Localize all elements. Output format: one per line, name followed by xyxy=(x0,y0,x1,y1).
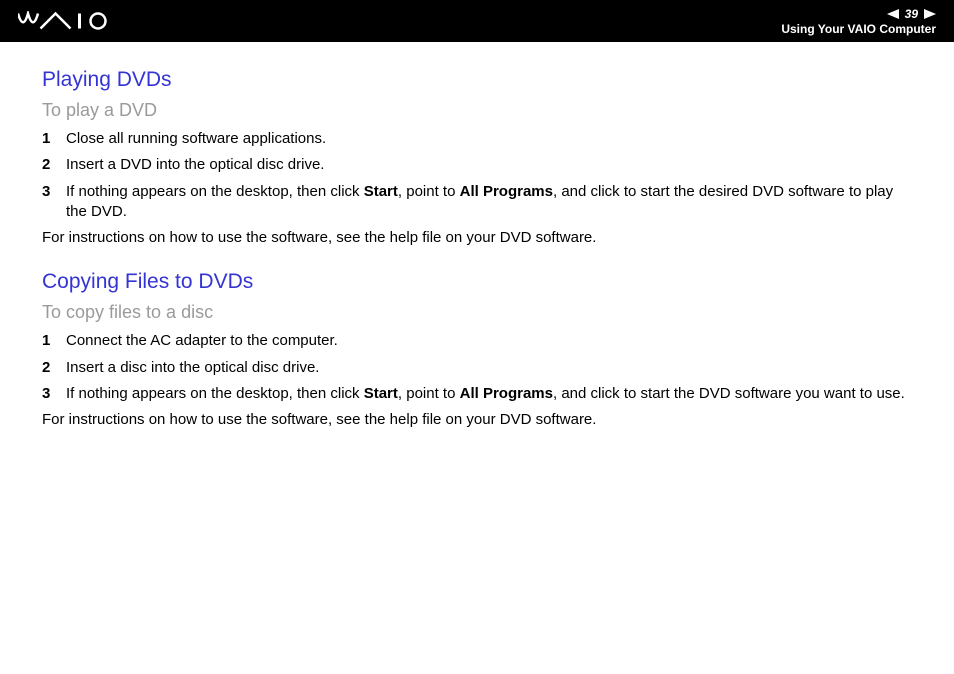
step-text: Insert a disc into the optical disc driv… xyxy=(66,358,912,378)
list-item: 2 Insert a DVD into the optical disc dri… xyxy=(42,155,912,175)
sub-heading-play: To play a DVD xyxy=(42,100,912,121)
bold-allprograms: All Programs xyxy=(460,183,553,200)
section-heading-playing: Playing DVDs xyxy=(42,68,912,92)
header-subtitle: Using Your VAIO Computer xyxy=(781,22,936,36)
step-text: Close all running software applications. xyxy=(66,129,912,149)
section-heading-copying: Copying Files to DVDs xyxy=(42,270,912,294)
list-item: 1 Close all running software application… xyxy=(42,129,912,149)
list-item: 2 Insert a disc into the optical disc dr… xyxy=(42,358,912,378)
step-number: 2 xyxy=(42,155,66,175)
steps-list-copy: 1 Connect the AC adapter to the computer… xyxy=(42,331,912,404)
page-number: 39 xyxy=(905,7,918,21)
bold-start: Start xyxy=(364,183,398,200)
instructions-paragraph: For instructions on how to use the softw… xyxy=(42,228,912,248)
list-item: 3 If nothing appears on the desktop, the… xyxy=(42,384,912,404)
step-text: If nothing appears on the desktop, then … xyxy=(66,384,912,404)
list-item: 1 Connect the AC adapter to the computer… xyxy=(42,331,912,351)
step-text: Insert a DVD into the optical disc drive… xyxy=(66,155,912,175)
sub-heading-copy: To copy files to a disc xyxy=(42,302,912,323)
step-text: If nothing appears on the desktop, then … xyxy=(66,182,912,223)
bold-allprograms: All Programs xyxy=(460,385,553,402)
steps-list-play: 1 Close all running software application… xyxy=(42,129,912,222)
page-header: 39 Using Your VAIO Computer xyxy=(0,0,954,42)
page-content: Playing DVDs To play a DVD 1 Close all r… xyxy=(0,42,954,430)
instructions-paragraph: For instructions on how to use the softw… xyxy=(42,410,912,430)
step-number: 3 xyxy=(42,182,66,202)
next-page-icon[interactable] xyxy=(924,9,936,19)
bold-start: Start xyxy=(364,385,398,402)
prev-page-icon[interactable] xyxy=(887,9,899,19)
step-number: 1 xyxy=(42,331,66,351)
step-text: Connect the AC adapter to the computer. xyxy=(66,331,912,351)
step-number: 1 xyxy=(42,129,66,149)
step-number: 3 xyxy=(42,384,66,404)
vaio-logo xyxy=(18,0,128,42)
list-item: 3 If nothing appears on the desktop, the… xyxy=(42,182,912,223)
page-nav: 39 xyxy=(887,7,936,21)
step-number: 2 xyxy=(42,358,66,378)
header-right: 39 Using Your VAIO Computer xyxy=(781,7,936,36)
